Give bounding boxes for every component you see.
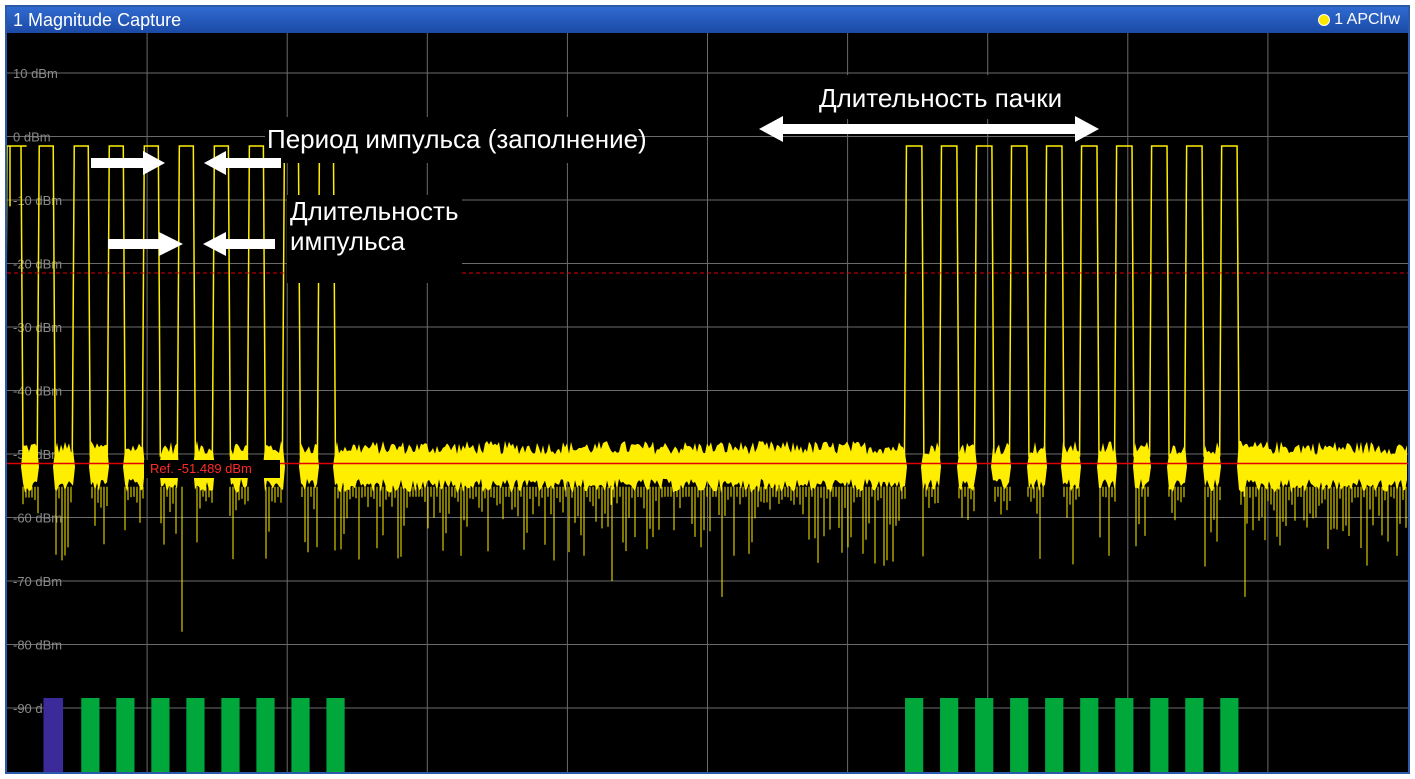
- magnitude-capture-window: 1 Magnitude Capture 1 APClrw 10 dBm 0 dBm…: [5, 5, 1410, 774]
- trace-indicator[interactable]: 1 APClrw: [1318, 11, 1400, 29]
- y-tick-label: -10 dBm: [13, 193, 62, 208]
- gate-marker: [186, 698, 205, 772]
- gate-marker: [1115, 698, 1134, 772]
- reference-label: Ref. -51.489 dBm: [150, 461, 252, 476]
- plot-grid: [7, 33, 1408, 772]
- burst-length-arrow-icon: [759, 116, 1099, 142]
- gate-marker: [1010, 698, 1029, 772]
- gate-marker: [940, 698, 959, 772]
- annotation-overlays: Период импульса (заполнение) Длительност…: [91, 75, 1099, 283]
- gate-marker: [81, 698, 100, 772]
- gate-marker: [905, 698, 924, 772]
- y-tick-label: 10 dBm: [13, 66, 58, 81]
- trace-label: 1 APClrw: [1334, 11, 1400, 28]
- gate-marker: [291, 698, 310, 772]
- pulse-width-annotation-line2: импульса: [290, 226, 406, 256]
- gate-marker: [221, 698, 240, 772]
- period-arrow-right-icon: [91, 151, 165, 175]
- trace-dot-icon: [1318, 14, 1331, 26]
- window-title: 1 Magnitude Capture: [13, 10, 182, 30]
- gate-markers: [43, 698, 1239, 772]
- y-tick-label: -80 dBm: [13, 638, 62, 653]
- period-annotation: Период импульса (заполнение): [267, 124, 647, 154]
- y-tick-label: 0 dBm: [13, 130, 51, 145]
- magnitude-plot[interactable]: 10 dBm0 dBm-10 dBm-20 dBm-30 dBm-40 dBm-…: [7, 33, 1408, 772]
- gate-marker: [1220, 698, 1239, 772]
- window-titlebar: 1 Magnitude Capture 1 APClrw: [7, 7, 1408, 33]
- gate-marker: [1150, 698, 1169, 772]
- gate-marker: [116, 698, 135, 772]
- pulse-width-arrow-right-icon: [108, 232, 183, 256]
- gate-marker: [1045, 698, 1064, 772]
- gate-marker: [151, 698, 170, 772]
- y-tick-label: -70 dBm: [13, 574, 62, 589]
- noise-spikes: [22, 486, 1407, 632]
- pulse-width-annotation-line1: Длительность: [290, 196, 459, 226]
- gate-marker: [975, 698, 994, 772]
- gate-marker: [326, 698, 345, 772]
- pulse-trace: [7, 145, 1240, 457]
- gate-marker-start: [43, 698, 64, 772]
- gate-marker: [256, 698, 275, 772]
- gate-marker: [1080, 698, 1099, 772]
- gate-marker: [1185, 698, 1204, 772]
- burst-length-annotation: Длительность пачки: [819, 83, 1062, 113]
